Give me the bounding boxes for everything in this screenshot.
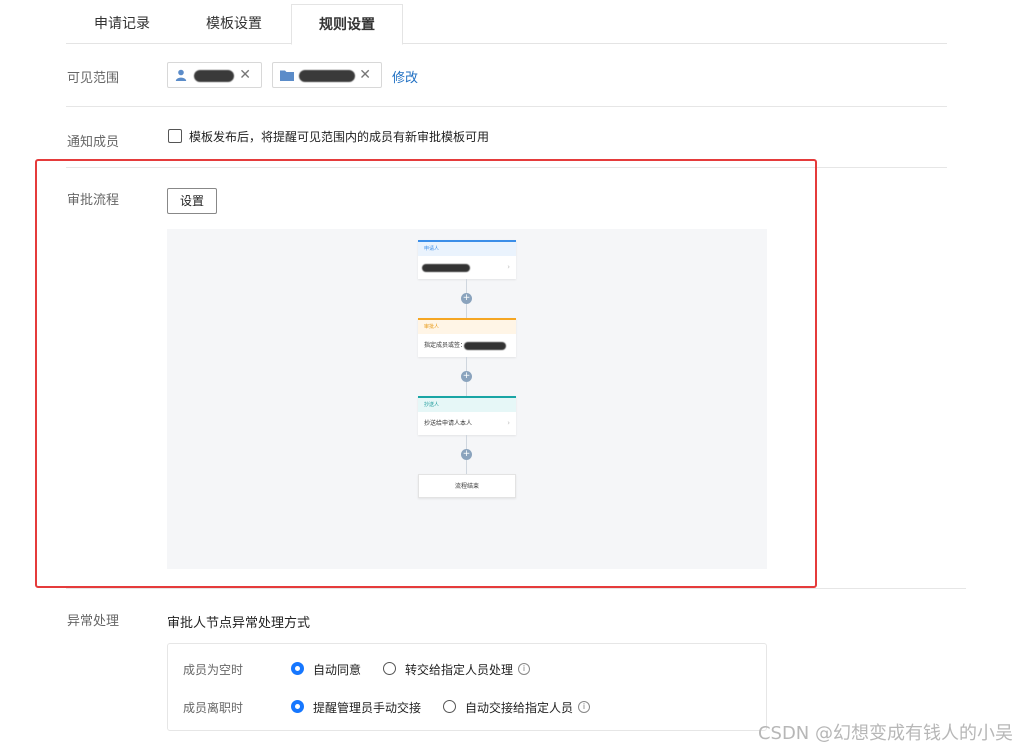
flow-settings-button[interactable]: 设置: [167, 188, 217, 214]
radio-transfer-designated[interactable]: [383, 662, 396, 675]
visible-range-label: 可见范围: [67, 71, 120, 86]
add-node-icon[interactable]: +: [461, 449, 472, 460]
tab-bar: 申请记录 模板设置 规则设置: [66, 4, 947, 45]
flow-node-cc[interactable]: 抄送人 抄送给申请人本人 ›: [418, 396, 516, 435]
member-resigned-label: 成员离职时: [183, 701, 244, 715]
flow-node-applicant[interactable]: 申请人 ›: [418, 240, 516, 279]
radio-auto-approve[interactable]: [291, 662, 304, 675]
approval-flow-label: 审批流程: [67, 193, 120, 208]
remove-chip-icon[interactable]: ✕: [359, 67, 371, 83]
divider: [66, 167, 947, 168]
flow-node-body-text: 抄送给申请人本人: [424, 420, 473, 427]
notify-members-label: 通知成员: [67, 135, 120, 150]
visible-range-chip-user: ✕: [167, 62, 262, 88]
divider: [66, 588, 966, 589]
flow-node-body: 指定成员或签：: [418, 334, 516, 357]
flow-node-header: 申请人: [418, 242, 516, 256]
tab-template-settings[interactable]: 模板设置: [178, 4, 290, 44]
redacted-applicant: [422, 264, 470, 272]
chevron-right-icon: ›: [507, 263, 510, 271]
tab-rule-settings[interactable]: 规则设置: [291, 4, 403, 45]
user-icon: [175, 69, 187, 81]
flow-diagram: 申请人 › + 审批人 指定成员或签： + 抄送人 抄送给申请人本人 › + 流…: [167, 229, 767, 569]
folder-icon: [280, 69, 294, 81]
flow-node-header: 审批人: [418, 320, 516, 334]
add-node-icon[interactable]: +: [461, 293, 472, 304]
empty-member-label: 成员为空时: [183, 663, 244, 677]
radio-remind-admin-label: 提醒管理员手动交接: [313, 701, 422, 715]
info-icon[interactable]: i: [518, 663, 530, 675]
visible-range-chip-department: ✕: [272, 62, 382, 88]
radio-transfer-designated-label: 转交给指定人员处理: [405, 663, 514, 677]
divider: [66, 106, 947, 107]
redacted-approver: [464, 342, 506, 350]
flow-node-body: 抄送给申请人本人 ›: [418, 412, 516, 435]
notify-checkbox-text: 模板发布后，将提醒可见范围内的成员有新审批模板可用: [189, 130, 490, 144]
radio-auto-approve-label: 自动同意: [313, 663, 362, 677]
flow-node-approver[interactable]: 审批人 指定成员或签：: [418, 318, 516, 357]
modify-link[interactable]: 修改: [392, 67, 418, 86]
redacted-department: [299, 70, 355, 82]
remove-chip-icon[interactable]: ✕: [239, 67, 251, 83]
chevron-right-icon: ›: [507, 419, 510, 427]
flow-node-body: ›: [418, 256, 516, 279]
flow-node-header: 抄送人: [418, 398, 516, 412]
exception-subtitle: 审批人节点异常处理方式: [167, 616, 311, 631]
radio-remind-admin[interactable]: [291, 700, 304, 713]
tab-application-records[interactable]: 申请记录: [66, 4, 178, 44]
radio-auto-handover[interactable]: [443, 700, 456, 713]
watermark: CSDN @幻想变成有钱人的小吴: [757, 723, 1013, 744]
flow-end-node: 流程结束: [418, 474, 516, 498]
exception-handling-label: 异常处理: [67, 614, 120, 629]
info-icon[interactable]: i: [578, 701, 590, 713]
flow-node-body-text: 指定成员或签：: [424, 342, 467, 349]
radio-auto-handover-label: 自动交接给指定人员: [465, 701, 574, 715]
add-node-icon[interactable]: +: [461, 371, 472, 382]
exception-panel: 成员为空时 自动同意 转交给指定人员处理 i 成员离职时 提醒管理员手动交接 自…: [167, 643, 767, 731]
notify-checkbox[interactable]: [168, 129, 182, 143]
redacted-name: [194, 70, 234, 82]
